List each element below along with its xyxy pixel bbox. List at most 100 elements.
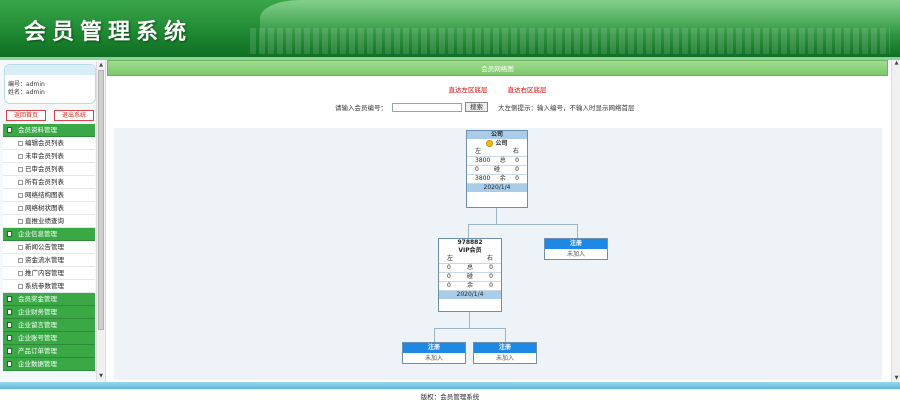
menu-group-messages[interactable]: 企业留言管理	[3, 319, 95, 332]
sidebar-scrollbar[interactable]: ▲ ▼	[96, 62, 104, 380]
menu-item-label: 直推业绩查询	[25, 216, 64, 225]
group-marker-icon	[7, 335, 12, 341]
group-marker-icon	[7, 127, 12, 133]
menu-item-promotion[interactable]: 推广内容管理	[3, 267, 95, 280]
menu-item-direct-performance[interactable]: 直推业绩查询	[3, 215, 95, 228]
main-panel: 会员网络图 直达左区底层 直达右区底层 请输入会员编号： 搜索 大左侧提示：输入…	[107, 60, 888, 382]
empty-node-right[interactable]: 注册 未加入	[544, 238, 608, 260]
menu-item-reviewed-members[interactable]: 已审会员列表	[3, 163, 95, 176]
menu-item-news[interactable]: 新闻公告管理	[3, 241, 95, 254]
item-bullet-icon	[18, 166, 23, 172]
user-info-top	[5, 65, 95, 75]
child-node-left[interactable]: 978882 VIP会员 左右 0总0 0碰0 0余0 2020/1/4	[438, 238, 502, 312]
cell-mid: 碰	[466, 273, 473, 280]
register-label: 注册	[403, 343, 465, 353]
group-marker-icon	[7, 361, 12, 367]
menu-group-data[interactable]: 企业数据管理	[3, 358, 95, 371]
tree-connector	[434, 328, 435, 342]
menu-group-company-info[interactable]: 企业信息管理	[3, 228, 95, 241]
menu-item-label: 网络树状图表	[25, 203, 64, 212]
user-info-box: 编号：admin 姓名：admin	[4, 64, 96, 104]
search-hint: 大左侧提示：输入编号，不输入时显示网络首层	[498, 104, 635, 112]
root-node[interactable]: 公司 公司 左右 3800 总 0 0碰0 3800 余 0 2020/1/4	[466, 130, 528, 208]
member-id-input[interactable]	[392, 102, 462, 112]
search-button[interactable]: 搜索	[465, 102, 488, 112]
empty-status: 未加入	[566, 251, 585, 258]
menu-item-funds[interactable]: 资金流水管理	[3, 254, 95, 267]
item-bullet-icon	[18, 244, 23, 250]
item-bullet-icon	[18, 153, 23, 159]
tree-connector	[469, 312, 470, 328]
empty-node-left-left[interactable]: 注册 未加入	[402, 342, 466, 364]
menu-item-all-members[interactable]: 所有会员列表	[3, 176, 95, 189]
home-button[interactable]: 返回首页	[6, 110, 46, 121]
node-collide-row: 0 碰 0	[439, 273, 501, 282]
menu-item-unreviewed-members[interactable]: 未审会员列表	[3, 150, 95, 163]
search-label: 请输入会员编号：	[335, 104, 387, 112]
logout-button[interactable]: 退出系统	[54, 110, 94, 121]
menu-group-accounts[interactable]: 企业账号管理	[3, 332, 95, 345]
node-id: 978882	[439, 239, 501, 247]
node-date: 2020/1/4	[439, 291, 501, 299]
cell-right: 0	[515, 157, 519, 164]
scroll-up-icon[interactable]: ▲	[97, 62, 105, 69]
tree-connector	[468, 224, 469, 238]
node-remain-row: 0 余 0	[439, 282, 501, 291]
search-row: 请输入会员编号： 搜索 大左侧提示：输入编号，不输入时显示网络首层	[335, 102, 635, 112]
item-bullet-icon	[18, 205, 23, 211]
menu-item-label: 资金流水管理	[25, 255, 64, 264]
node-id: 公司	[467, 131, 527, 139]
group-marker-icon	[7, 309, 12, 315]
cell-right: 右	[486, 255, 493, 262]
cell-right: 0	[489, 264, 493, 271]
register-label: 注册	[545, 239, 607, 249]
menu-group-member-data[interactable]: 会员资料管理	[3, 124, 95, 137]
item-bullet-icon	[18, 218, 23, 224]
cell-right: 右	[512, 148, 519, 155]
group-marker-icon	[7, 231, 12, 237]
register-label: 注册	[474, 343, 536, 353]
sidebar-buttons: 返回首页 退出系统	[6, 110, 94, 121]
link-left-bottom[interactable]: 直达左区底层	[448, 86, 487, 94]
menu-group-orders[interactable]: 产品订单管理	[3, 345, 95, 358]
sidebar: 编号：admin 姓名：admin 返回首页 退出系统 会员资料管理 编辑会员列…	[0, 60, 106, 382]
group-marker-icon	[7, 348, 12, 354]
menu-item-label: 已审会员列表	[25, 164, 64, 173]
menu-group-label: 企业账号管理	[18, 333, 57, 342]
scrollbar-thumb[interactable]	[98, 70, 104, 330]
node-header-row: 左右	[439, 255, 501, 264]
menu-item-network-tree[interactable]: 网络树状图表	[3, 202, 95, 215]
scroll-up-icon[interactable]: ▲	[892, 60, 900, 67]
menu-group-bonus[interactable]: 会员奖金管理	[3, 293, 95, 306]
tree-connector	[434, 328, 506, 329]
cell-mid: 总	[499, 157, 506, 164]
network-tree: 公司 公司 左右 3800 总 0 0碰0 3800 余 0 2020/1/4 9788…	[114, 128, 882, 380]
group-marker-icon	[7, 296, 12, 302]
cell-left: 3800	[475, 175, 491, 182]
link-right-bottom[interactable]: 直达右区底层	[508, 86, 547, 94]
item-bullet-icon	[18, 179, 23, 185]
menu-group-label: 企业信息管理	[18, 229, 57, 238]
menu-item-label: 新闻公告管理	[25, 242, 64, 251]
user-name: 姓名：admin	[8, 89, 45, 96]
cell-mid: 余	[499, 175, 506, 182]
user-account: 编号：admin	[8, 81, 45, 88]
scroll-down-icon[interactable]: ▼	[892, 375, 900, 382]
menu-item-label: 系统参数管理	[25, 281, 64, 290]
tree-connector	[505, 328, 506, 342]
menu-group-finance[interactable]: 企业财务管理	[3, 306, 95, 319]
cell-left: 3800	[475, 157, 491, 164]
menu-item-edit-members[interactable]: 编辑会员列表	[3, 137, 95, 150]
main-scrollbar[interactable]: ▲ ▼	[891, 60, 900, 382]
menu-item-network-chart[interactable]: 网络结构图表	[3, 189, 95, 202]
empty-node-left-right[interactable]: 注册 未加入	[473, 342, 537, 364]
sidebar-menu: 会员资料管理 编辑会员列表 未审会员列表 已审会员列表 所有会员列表 网络结构图…	[3, 124, 95, 371]
menu-item-system-params[interactable]: 系统参数管理	[3, 280, 95, 293]
app-header: 会员管理系统	[0, 0, 900, 57]
scroll-down-icon[interactable]: ▼	[97, 373, 105, 380]
cell-left: 左	[447, 255, 454, 262]
node-rank: 公司	[495, 140, 508, 147]
tree-connector	[496, 208, 497, 224]
footer-bar	[0, 382, 900, 389]
node-total-row: 3800 总 0	[467, 157, 527, 166]
